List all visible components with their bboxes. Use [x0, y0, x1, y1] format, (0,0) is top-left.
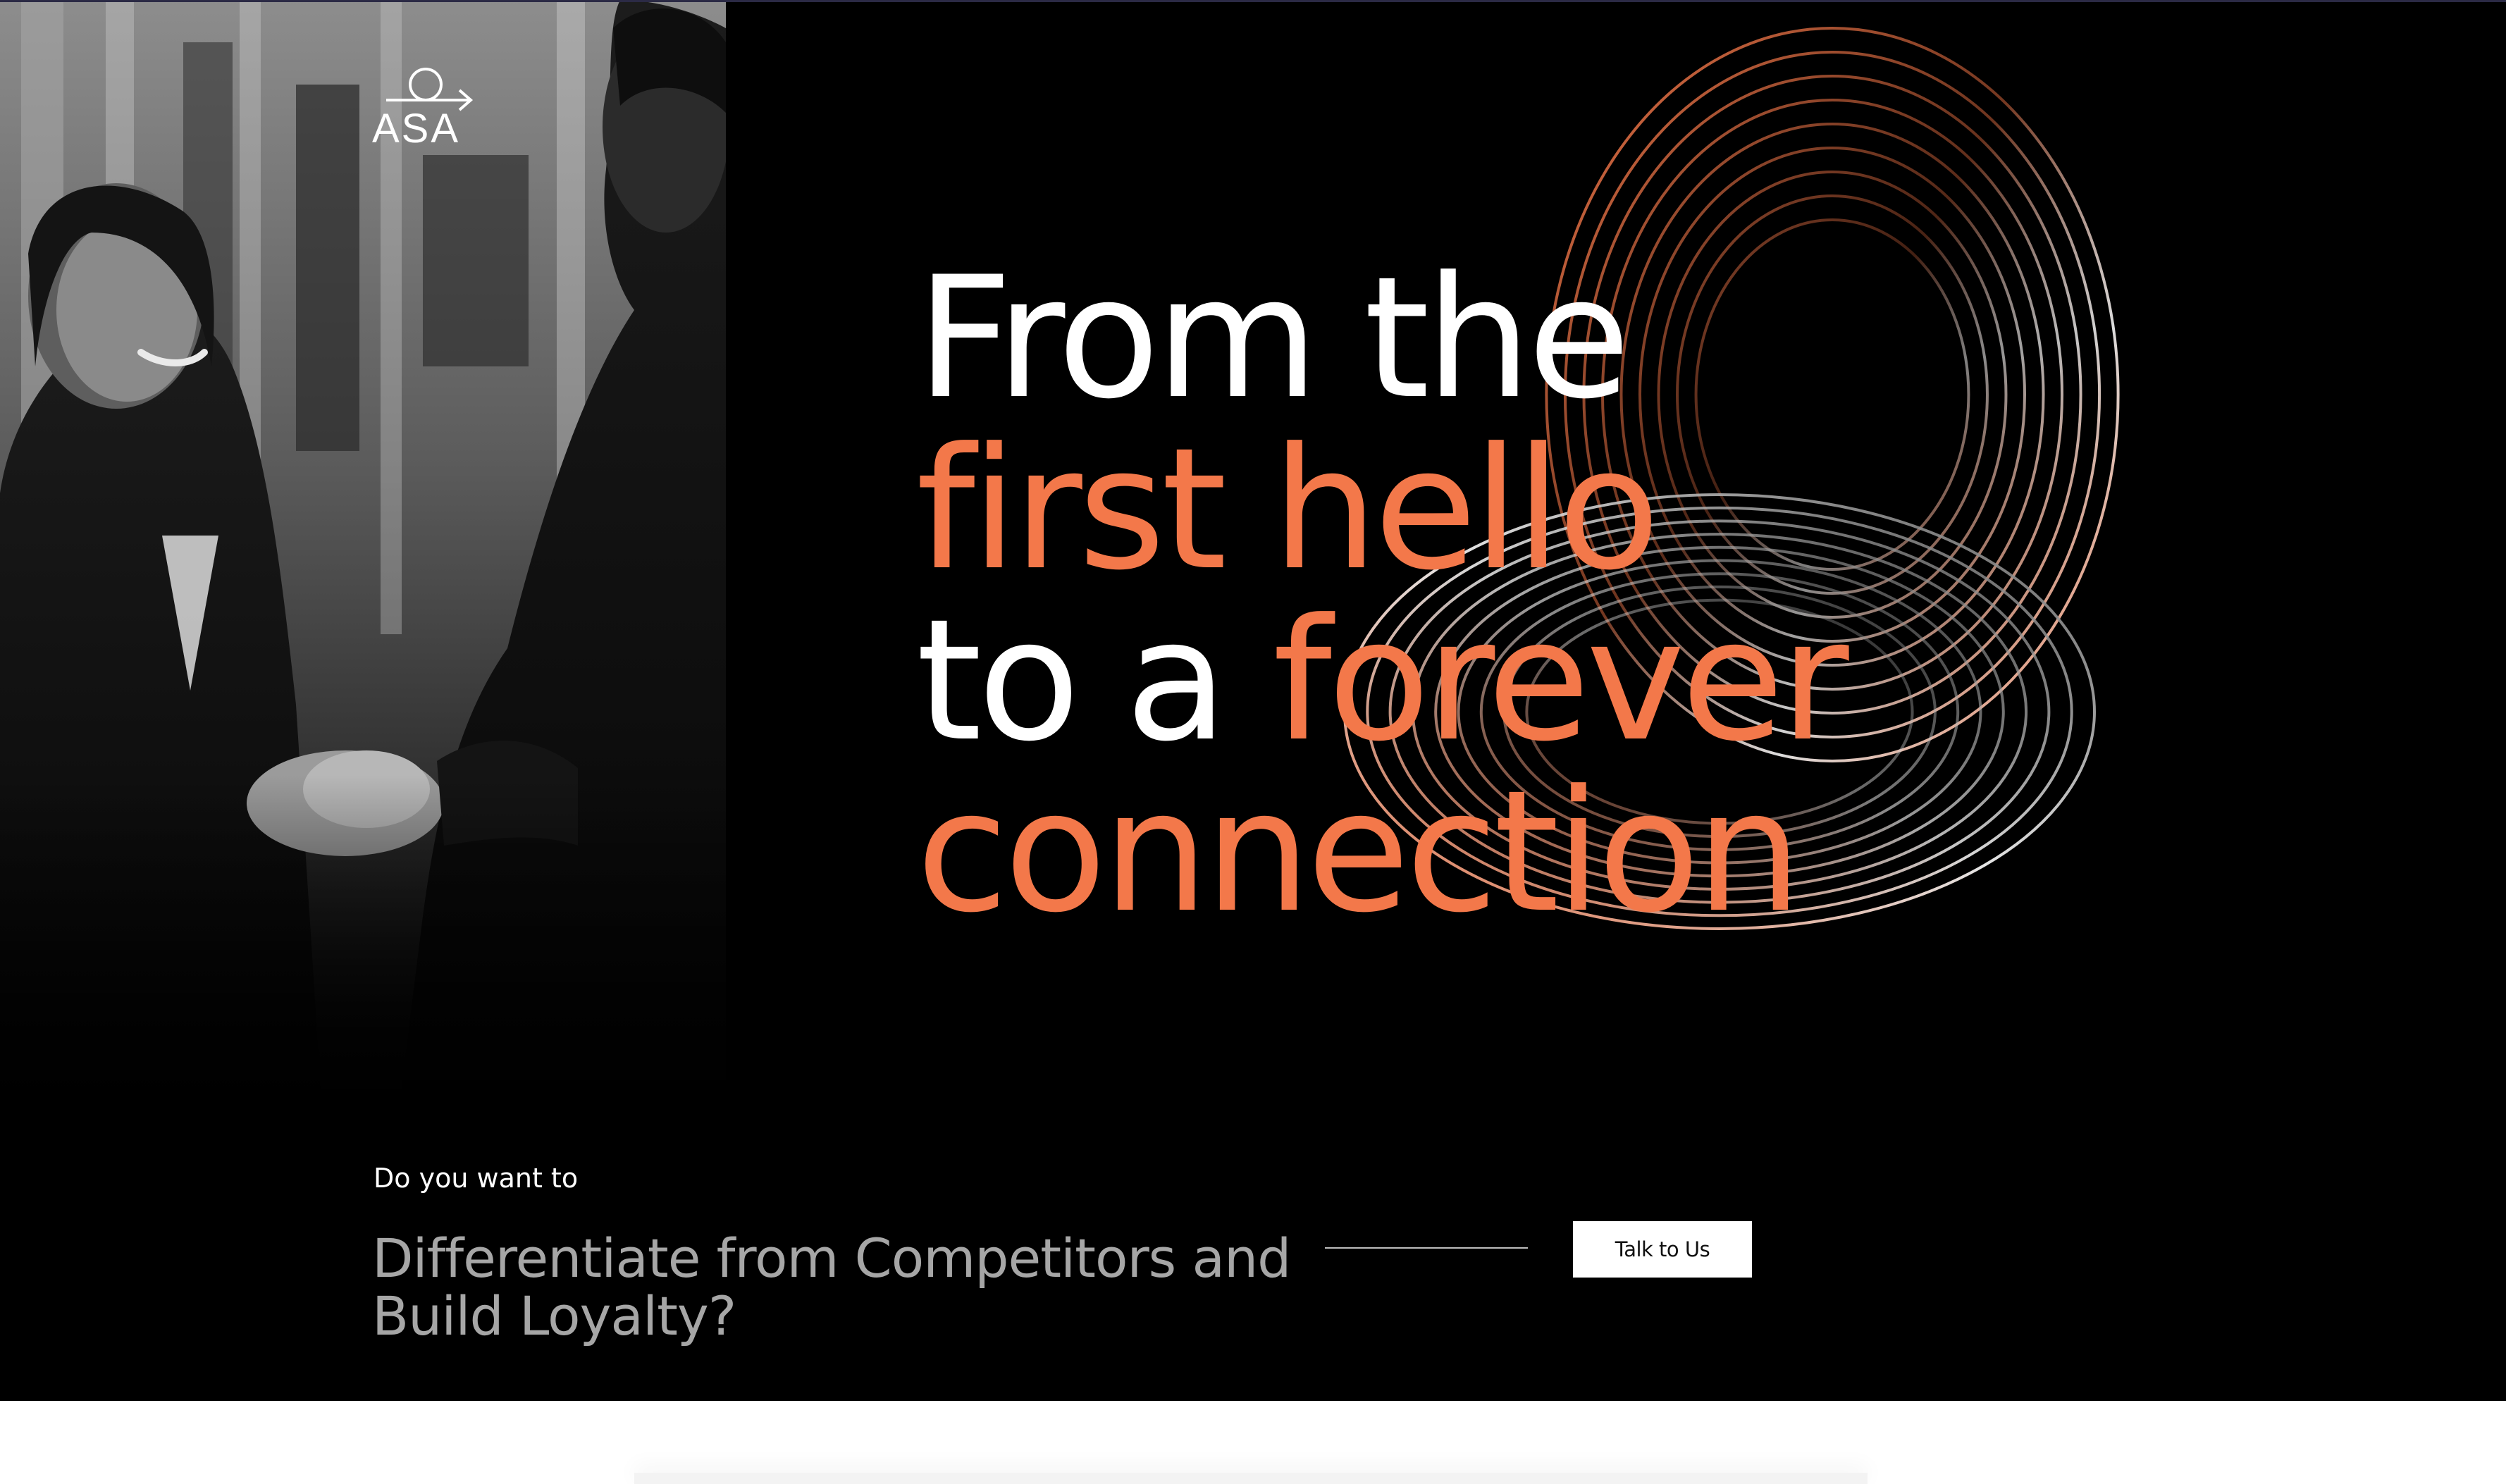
next-section-card-edge	[634, 1473, 1868, 1484]
hero-headline: From the first hello to a forever connec…	[916, 241, 1849, 951]
top-border	[0, 0, 2506, 2]
headline-line-3-accent: forever	[1273, 583, 1849, 779]
headline-line-3: to a forever	[916, 595, 1849, 767]
hero-section: ASA From the first hello to a forever co…	[0, 0, 2506, 1401]
brand-logo[interactable]: ASA	[372, 65, 478, 156]
talk-to-us-button[interactable]: Talk to Us	[1573, 1221, 1752, 1278]
cta-divider	[1325, 1247, 1528, 1249]
photo-fade-overlay	[0, 775, 726, 1142]
headline-line-3-plain: to a	[916, 583, 1273, 779]
headline-line-2: first hello	[916, 412, 1660, 608]
cta-prompt: Do you want to	[374, 1163, 579, 1194]
next-section	[0, 1401, 2506, 1484]
landing-page: ASA From the first hello to a forever co…	[0, 0, 2506, 1484]
handshake-photo	[0, 0, 726, 1142]
brand-logo-text: ASA	[372, 106, 461, 152]
headline-line-1: From the	[916, 241, 1631, 437]
headline-line-4: connection	[916, 755, 1802, 951]
cta-question: Differentiate from Competitors and Build…	[372, 1227, 1291, 1347]
